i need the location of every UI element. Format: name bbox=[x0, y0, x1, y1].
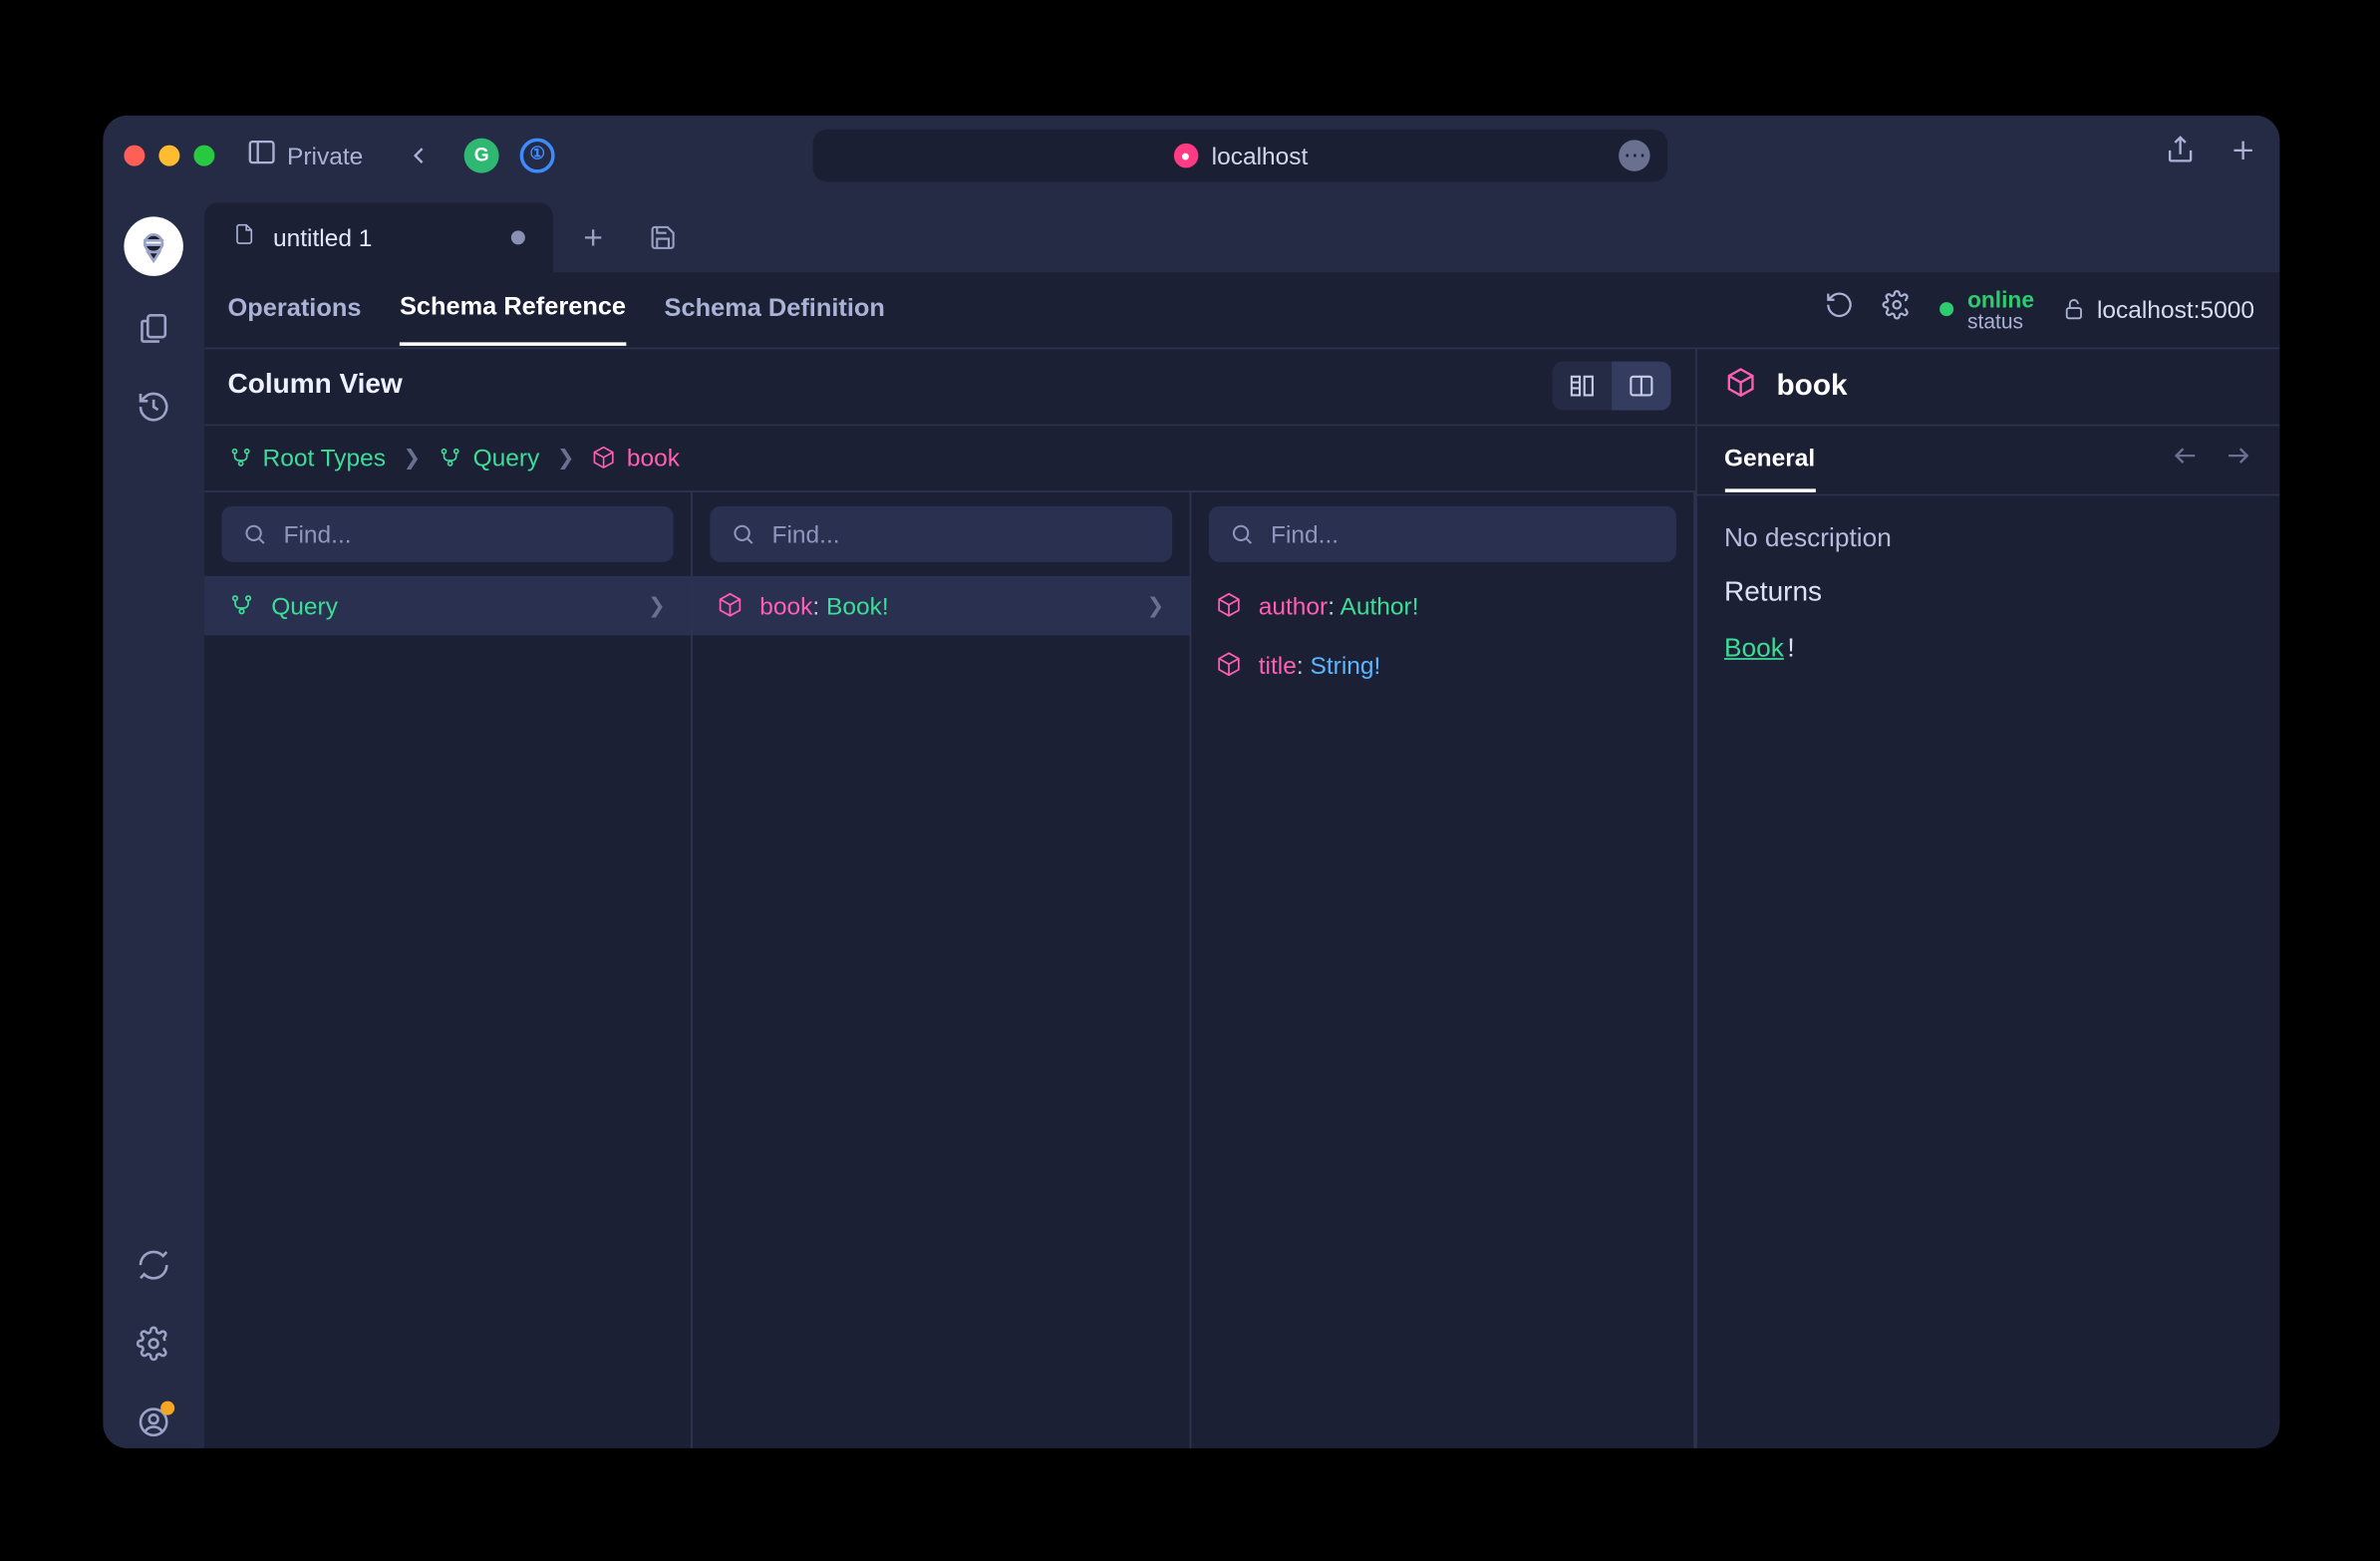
tab-schema-reference[interactable]: Schema Reference bbox=[399, 272, 625, 346]
search-input[interactable]: Find... bbox=[1208, 505, 1675, 561]
cube-icon bbox=[1215, 651, 1241, 677]
field-name: book bbox=[759, 590, 812, 618]
workspace-settings-button[interactable] bbox=[1882, 289, 1912, 328]
endpoint-text: localhost:5000 bbox=[2096, 295, 2253, 323]
branch-icon bbox=[227, 445, 252, 469]
zoom-window-button[interactable] bbox=[192, 144, 213, 164]
chevron-right-icon: ❯ bbox=[556, 445, 574, 469]
row-query[interactable]: Query ❯ bbox=[203, 575, 690, 635]
endpoint-display[interactable]: localhost:5000 bbox=[2061, 295, 2253, 323]
non-null-bang: ! bbox=[1787, 632, 1794, 662]
settings-icon[interactable] bbox=[135, 1325, 169, 1369]
chevron-right-icon: ❯ bbox=[403, 445, 421, 469]
document-icon bbox=[231, 221, 256, 251]
file-tab-bar: untitled 1 bbox=[203, 194, 2279, 271]
schema-columns: Find... Query ❯ Fin bbox=[203, 491, 1694, 1447]
account-icon[interactable] bbox=[135, 1404, 169, 1447]
return-type-link[interactable]: Book bbox=[1724, 632, 1784, 662]
sidebar-toggle[interactable]: Private bbox=[234, 129, 373, 179]
url-host: localhost bbox=[1211, 141, 1308, 168]
details-tabs: General bbox=[1696, 425, 2279, 494]
returns-label: Returns bbox=[1724, 576, 2251, 608]
status-dot-icon bbox=[1938, 302, 1952, 316]
modified-indicator bbox=[510, 229, 524, 243]
return-type: Book! bbox=[1724, 632, 2251, 662]
search-placeholder: Find... bbox=[283, 519, 351, 547]
status-label: online bbox=[1966, 287, 2033, 310]
column-view-button[interactable] bbox=[1611, 361, 1670, 410]
crumb-query[interactable]: Query bbox=[438, 443, 539, 470]
tab-operations[interactable]: Operations bbox=[227, 274, 361, 344]
url-bar[interactable]: ● localhost ⋯ bbox=[813, 129, 1668, 181]
app-logo[interactable] bbox=[123, 215, 182, 275]
search-placeholder: Find... bbox=[771, 519, 839, 547]
field-type: Book! bbox=[825, 590, 888, 618]
app-rail bbox=[102, 194, 203, 1447]
search-placeholder: Find... bbox=[1271, 519, 1339, 547]
new-file-tab-button[interactable] bbox=[562, 206, 622, 266]
onepassword-extension-icon[interactable]: ① bbox=[519, 137, 554, 171]
cube-icon bbox=[591, 445, 616, 469]
traffic-lights bbox=[123, 144, 213, 164]
status-sublabel: status bbox=[1966, 310, 2033, 331]
close-window-button[interactable] bbox=[123, 144, 144, 164]
field-type: String! bbox=[1310, 650, 1380, 678]
row-title[interactable]: title: String! bbox=[1190, 634, 1692, 694]
share-button[interactable] bbox=[2164, 135, 2196, 174]
description-text: No description bbox=[1724, 522, 2251, 552]
cube-icon bbox=[1724, 366, 1756, 406]
search-input[interactable]: Find... bbox=[220, 505, 672, 561]
crumb-book[interactable]: book bbox=[591, 443, 679, 470]
view-mode-toggle bbox=[1551, 361, 1669, 410]
column-query-fields: Find... book: Book! ❯ bbox=[692, 491, 1191, 1447]
list-view-button[interactable] bbox=[1551, 361, 1611, 410]
details-forward-button[interactable] bbox=[2223, 441, 2250, 477]
cube-icon bbox=[1215, 591, 1241, 617]
cube-icon bbox=[716, 591, 742, 617]
column-book-fields: Find... author: Author! bbox=[1190, 491, 1694, 1447]
field-name: author bbox=[1258, 590, 1327, 618]
details-panel: book General No description Returns B bbox=[1696, 348, 2279, 1447]
save-icon[interactable] bbox=[632, 206, 692, 266]
browser-window: Private G ① ● localhost ⋯ bbox=[102, 115, 2278, 1447]
grammarly-extension-icon[interactable]: G bbox=[463, 137, 498, 171]
tab-general[interactable]: General bbox=[1724, 426, 1815, 492]
new-tab-button[interactable] bbox=[2227, 135, 2258, 174]
field-name: title bbox=[1258, 650, 1296, 678]
workspace-tabs: Operations Schema Reference Schema Defin… bbox=[203, 271, 2279, 348]
connection-status: online status bbox=[1938, 287, 2033, 331]
sync-icon[interactable] bbox=[135, 1246, 169, 1290]
view-title: Column View bbox=[227, 370, 402, 402]
tab-schema-definition[interactable]: Schema Definition bbox=[664, 274, 884, 344]
browser-chrome: Private G ① ● localhost ⋯ bbox=[102, 115, 2278, 195]
column-root-types: Find... Query ❯ bbox=[203, 491, 692, 1447]
site-favicon: ● bbox=[1173, 143, 1198, 167]
breadcrumb: Root Types ❯ Query ❯ book bbox=[203, 425, 1694, 491]
file-tab-title: untitled 1 bbox=[273, 222, 372, 250]
private-label: Private bbox=[287, 141, 363, 168]
crumb-root-types[interactable]: Root Types bbox=[227, 443, 385, 470]
view-title-bar: Column View bbox=[203, 348, 1694, 425]
file-tab-untitled-1[interactable]: untitled 1 bbox=[203, 201, 552, 271]
files-icon[interactable] bbox=[135, 310, 169, 354]
row-author[interactable]: author: Author! bbox=[1190, 575, 1692, 635]
sidebar-icon bbox=[245, 136, 277, 172]
branch-icon bbox=[227, 591, 253, 617]
chevron-right-icon: ❯ bbox=[648, 592, 666, 617]
details-back-button[interactable] bbox=[2171, 441, 2199, 477]
back-button[interactable] bbox=[394, 134, 443, 175]
row-book[interactable]: book: Book! ❯ bbox=[692, 575, 1189, 635]
search-input[interactable]: Find... bbox=[709, 505, 1171, 561]
branch-icon bbox=[438, 445, 462, 469]
row-label: Query bbox=[271, 590, 338, 618]
history-icon[interactable] bbox=[135, 388, 169, 432]
details-header: book bbox=[1696, 348, 2279, 425]
chevron-right-icon: ❯ bbox=[1146, 592, 1164, 617]
details-title: book bbox=[1776, 368, 1847, 403]
minimize-window-button[interactable] bbox=[157, 144, 178, 164]
url-more-icon[interactable]: ⋯ bbox=[1619, 139, 1650, 170]
field-type: Author! bbox=[1339, 590, 1418, 618]
refresh-button[interactable] bbox=[1824, 289, 1854, 328]
